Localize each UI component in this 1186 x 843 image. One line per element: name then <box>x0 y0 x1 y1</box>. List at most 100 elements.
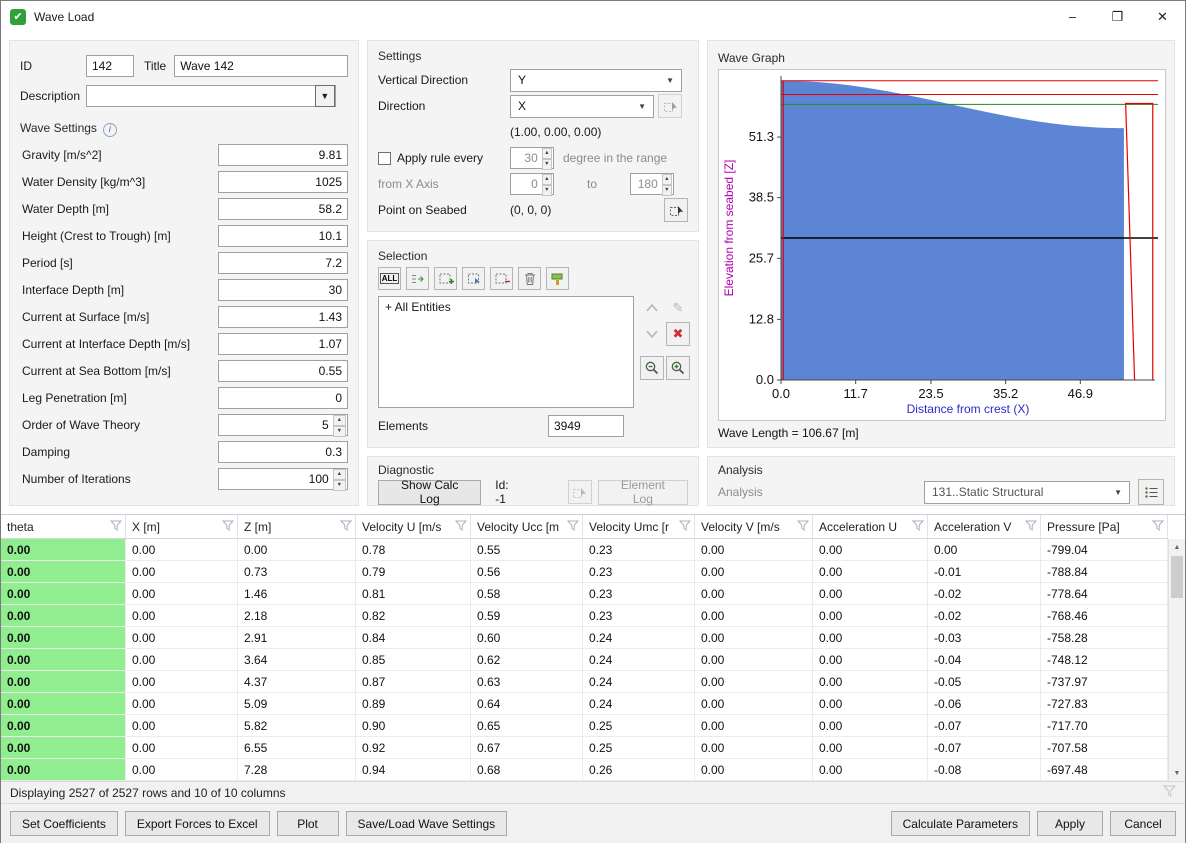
from-axis-input[interactable] <box>512 177 542 191</box>
element-log-button[interactable]: Element Log <box>598 480 688 505</box>
setting-input[interactable] <box>220 364 346 378</box>
title-input[interactable] <box>176 59 346 73</box>
scroll-thumb[interactable] <box>1171 556 1183 598</box>
setting-field[interactable]: ▲▼ <box>218 468 348 490</box>
filter-icon[interactable] <box>1163 785 1176 800</box>
table-row[interactable]: 0.000.001.460.810.580.230.000.00-0.02-77… <box>1 583 1168 605</box>
analysis-list-button[interactable] <box>1138 479 1164 505</box>
filter-icon[interactable] <box>567 520 579 534</box>
table-row[interactable]: 0.000.003.640.850.620.240.000.00-0.04-74… <box>1 649 1168 671</box>
setting-input[interactable] <box>220 337 346 351</box>
table-row[interactable]: 0.000.000.730.790.560.230.000.00-0.01-78… <box>1 561 1168 583</box>
selection-list[interactable]: + All Entities <box>378 296 634 408</box>
table-row[interactable]: 0.000.007.280.940.680.260.000.00-0.08-69… <box>1 759 1168 781</box>
table-row[interactable]: 0.000.000.000.780.550.230.000.000.00-799… <box>1 539 1168 561</box>
selection-list-item[interactable]: + All Entities <box>385 300 451 314</box>
setting-field[interactable] <box>218 306 348 328</box>
setting-input[interactable] <box>220 445 346 459</box>
paint-selection-button[interactable] <box>546 267 569 290</box>
filter-icon[interactable] <box>797 520 809 534</box>
add-to-selection-button[interactable] <box>434 267 457 290</box>
spinner-buttons[interactable]: ▲▼ <box>333 415 346 435</box>
setting-input[interactable] <box>220 175 346 189</box>
spinner-buttons[interactable]: ▲▼ <box>333 469 346 489</box>
id-field[interactable] <box>86 55 134 77</box>
elements-input[interactable] <box>550 419 622 433</box>
spinner-buttons[interactable]: ▲▼ <box>542 174 552 194</box>
column-header[interactable]: theta <box>1 515 126 538</box>
to-input[interactable] <box>632 177 662 191</box>
setting-field[interactable] <box>218 144 348 166</box>
setting-input[interactable] <box>220 202 346 216</box>
column-header[interactable]: Velocity V [m/s <box>695 515 813 538</box>
cancel-button[interactable]: Cancel <box>1110 811 1176 836</box>
vertical-scrollbar[interactable]: ▲ ▼ <box>1168 539 1185 781</box>
scroll-up-icon[interactable]: ▲ <box>1169 539 1185 555</box>
setting-input[interactable] <box>220 229 346 243</box>
filter-icon[interactable] <box>455 520 467 534</box>
filter-icon[interactable] <box>340 520 352 534</box>
setting-input[interactable] <box>220 256 346 270</box>
move-up-button[interactable] <box>640 296 664 320</box>
elements-field[interactable] <box>548 415 624 437</box>
spinner-buttons[interactable]: ▲▼ <box>662 174 672 194</box>
filter-icon[interactable] <box>222 520 234 534</box>
column-header[interactable]: Acceleration V <box>928 515 1041 538</box>
zoom-in-button[interactable] <box>666 356 690 380</box>
analysis-select[interactable]: 131..Static Structural▼ <box>924 481 1130 504</box>
setting-field[interactable] <box>218 198 348 220</box>
from-axis-field[interactable]: ▲▼ <box>510 173 554 195</box>
table-row[interactable]: 0.000.002.180.820.590.230.000.00-0.02-76… <box>1 605 1168 627</box>
diagnostic-pick-button[interactable] <box>568 480 592 504</box>
info-icon[interactable]: i <box>103 123 117 137</box>
description-dropdown-icon[interactable]: ▼ <box>315 85 335 107</box>
point-on-seabed-pick-button[interactable] <box>664 198 688 222</box>
select-tree-button[interactable] <box>406 267 429 290</box>
direction-pick-button[interactable] <box>658 94 682 118</box>
save-load-wave-settings-button[interactable]: Save/Load Wave Settings <box>346 811 508 836</box>
close-button[interactable]: ✕ <box>1140 1 1185 32</box>
minimize-button[interactable]: – <box>1050 1 1095 32</box>
filter-icon[interactable] <box>679 520 691 534</box>
move-down-button[interactable] <box>640 322 664 346</box>
column-header[interactable]: Acceleration U <box>813 515 928 538</box>
table-row[interactable]: 0.000.005.820.900.650.250.000.00-0.07-71… <box>1 715 1168 737</box>
plot-button[interactable]: Plot <box>277 811 339 836</box>
column-header[interactable]: X [m] <box>126 515 238 538</box>
setting-field[interactable] <box>218 441 348 463</box>
set-coefficients-button[interactable]: Set Coefficients <box>10 811 118 836</box>
to-field[interactable]: ▲▼ <box>630 173 674 195</box>
column-header[interactable]: Velocity Ucc [m <box>471 515 583 538</box>
setting-field[interactable] <box>218 171 348 193</box>
delete-selection-button[interactable]: ✖ <box>666 322 690 346</box>
setting-field[interactable] <box>218 387 348 409</box>
table-row[interactable]: 0.000.004.370.870.630.240.000.00-0.05-73… <box>1 671 1168 693</box>
column-header[interactable]: Velocity Umc [r <box>583 515 695 538</box>
calculate-parameters-button[interactable]: Calculate Parameters <box>891 811 1030 836</box>
export-forces-button[interactable]: Export Forces to Excel <box>125 811 270 836</box>
table-row[interactable]: 0.000.006.550.920.670.250.000.00-0.07-70… <box>1 737 1168 759</box>
zoom-out-button[interactable] <box>640 356 664 380</box>
clear-selection-button[interactable] <box>518 267 541 290</box>
setting-field[interactable] <box>218 252 348 274</box>
setting-input[interactable] <box>220 310 346 324</box>
filter-icon[interactable] <box>110 520 122 534</box>
table-body[interactable]: 0.000.000.000.780.550.230.000.000.00-799… <box>1 539 1168 781</box>
description-field[interactable]: ▼ <box>86 85 336 107</box>
setting-input[interactable] <box>220 283 346 297</box>
filter-icon[interactable] <box>1152 520 1164 534</box>
remove-from-selection-button[interactable] <box>490 267 513 290</box>
table-row[interactable]: 0.000.005.090.890.640.240.000.00-0.06-72… <box>1 693 1168 715</box>
filter-icon[interactable] <box>1025 520 1037 534</box>
setting-input[interactable] <box>220 418 333 432</box>
column-header[interactable]: Velocity U [m/s <box>356 515 471 538</box>
direction-select[interactable]: X▼ <box>510 95 654 118</box>
column-header[interactable]: Z [m] <box>238 515 356 538</box>
column-header[interactable]: Pressure [Pa] <box>1041 515 1168 538</box>
table-row[interactable]: 0.000.002.910.840.600.240.000.00-0.03-75… <box>1 627 1168 649</box>
setting-input[interactable] <box>220 391 346 405</box>
box-selection-button[interactable] <box>462 267 485 290</box>
apply-rule-checkbox[interactable] <box>378 152 391 165</box>
apply-button[interactable]: Apply <box>1037 811 1103 836</box>
setting-input[interactable] <box>220 472 333 486</box>
